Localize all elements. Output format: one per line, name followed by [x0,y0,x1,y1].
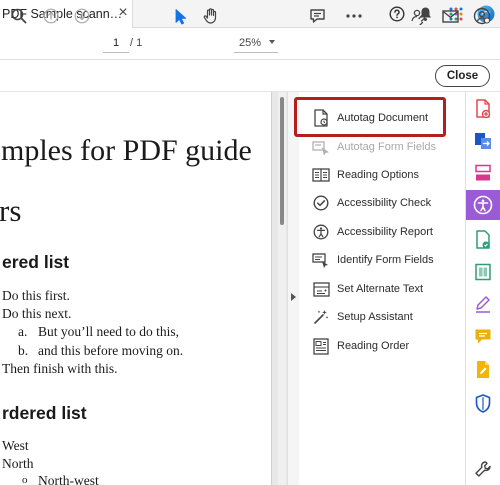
reading-options-icon [312,166,330,184]
tool-label: Accessibility Report [337,226,433,238]
tool-identify-form-fields[interactable]: Identify Form Fields [312,248,462,272]
list-item: West [2,438,29,453]
compress-pdf-icon[interactable] [466,257,500,287]
tool-reading-options[interactable]: Reading Options [312,163,462,187]
share-link-icon[interactable] [405,4,429,28]
comment-tool-icon[interactable] [466,321,500,351]
scan-ocr-icon[interactable] [466,225,500,255]
document-title: mples for PDF guide [1,134,252,167]
list-item: North [2,456,34,471]
accessibility-check-icon [312,194,330,212]
hand-tool-icon[interactable] [199,4,223,28]
collapse-panel-arrow-icon[interactable] [291,293,296,301]
fill-and-sign-icon[interactable] [466,289,500,319]
sub-list-item: and this before moving on. [38,343,184,358]
page-number-input[interactable] [103,33,129,53]
tool-autotag-form-fields[interactable]: Autotag Form Fields [312,135,462,159]
create-pdf-icon[interactable] [466,94,500,124]
list-item: Do this next. [2,306,72,321]
bullet-icon: o [22,474,28,485]
tool-label: Autotag Form Fields [337,141,437,153]
accessibility-report-icon [312,223,330,241]
autotag-highlight-frame [294,97,446,137]
user-account-icon[interactable] [470,4,494,28]
tab-close-icon[interactable]: × [114,4,132,22]
tool-label: Identify Form Fields [337,254,434,266]
edit-pdf-icon[interactable] [466,355,500,385]
tool-setup-assistant[interactable]: Setup Assistant [312,305,462,329]
tool-reading-order[interactable]: Reading Order [312,334,462,358]
scrollbar-thumb[interactable] [280,97,284,225]
tool-accessibility-check[interactable]: Accessibility Check [312,191,462,215]
document-viewer[interactable]: mples for PDF guide rs ered list Do this… [0,92,287,485]
email-icon[interactable] [438,4,462,28]
tool-header-bar [0,60,500,92]
close-button[interactable]: Close [435,65,490,87]
sub-list-marker: b. [18,343,29,358]
list-item: Then finish with this. [2,361,118,376]
document-heading: rs [0,193,22,228]
setup-assistant-icon [312,308,330,326]
tool-set-alternate-text[interactable]: Set Alternate Text [312,277,462,301]
more-options-icon[interactable] [343,4,365,28]
sub-list-item: But you’ll need to do this, [38,324,179,339]
sub-list-marker: a. [18,324,28,339]
tool-label: Setup Assistant [337,311,413,323]
section-heading-ordered: ered list [2,252,70,272]
reading-order-icon [312,337,330,355]
zoom-underline [234,52,278,53]
section-heading-unordered: rdered list [2,403,87,423]
pdf-page: mples for PDF guide rs ered list Do this… [0,92,272,485]
identify-form-fields-icon [312,251,330,269]
export-pdf-icon[interactable] [466,126,500,156]
zoom-dropdown-chevron-icon[interactable] [269,40,275,44]
previous-page-icon[interactable] [40,4,62,28]
tool-label: Reading Order [337,340,410,352]
sub-list-item: North-west [38,473,99,485]
tool-label: Reading Options [337,169,419,181]
tool-label: Set Alternate Text [337,283,424,295]
select-cursor-icon[interactable] [170,4,192,28]
more-tools-wrench-icon[interactable] [466,454,500,484]
autotag-form-fields-icon [312,138,330,156]
page-total: / 1 [130,37,143,49]
organize-pages-icon[interactable] [466,158,500,188]
comment-icon[interactable] [306,4,328,28]
protect-pdf-icon[interactable] [466,388,500,418]
set-alternate-text-icon [312,280,330,298]
zoom-level[interactable]: 25% [239,37,261,49]
accessibility-tool-icon[interactable] [466,190,500,220]
next-page-icon[interactable] [71,4,93,28]
list-item: Do this first. [2,288,70,303]
tool-accessibility-report[interactable]: Accessibility Report [312,220,462,244]
panel-collapse-strip[interactable] [287,92,299,485]
tool-label: Accessibility Check [337,197,432,209]
zoom-search-icon[interactable] [8,4,30,28]
